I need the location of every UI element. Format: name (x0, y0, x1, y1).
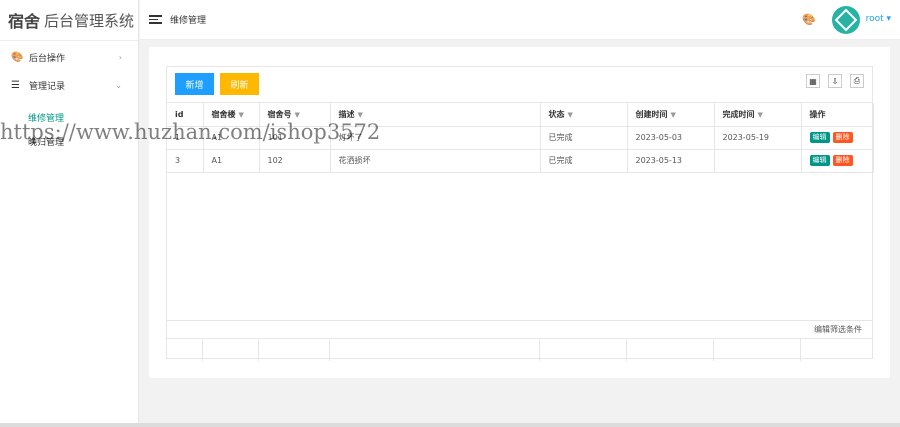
content-card: 新增 刷新 ▦ ⇩ ⎙ id 宿舍楼 ▼ 宿舍号 ▼ 描述 ▼ 状态 ▼ 创建时间 ▼ 完… (149, 47, 890, 378)
cell-desc: 花洒损坏 (330, 149, 541, 173)
palette-icon: 🎨 (11, 51, 24, 63)
col-header-status[interactable]: 状态 ▼ (540, 103, 628, 127)
cell-room: 102 (259, 149, 331, 173)
print-icon[interactable]: ⎙ (850, 74, 864, 88)
logo-part2: 后台管理系统 (44, 11, 135, 30)
table-row[interactable]: 1 A1 101 灯坏了 已完成 2023-05-03 2023-05-19 编… (167, 126, 874, 150)
filter-icon: ▼ (238, 110, 244, 119)
cell-created: 2023-05-13 (627, 149, 715, 173)
data-table-container: 新增 刷新 ▦ ⇩ ⎙ id 宿舍楼 ▼ 宿舍号 ▼ 描述 ▼ 状态 ▼ 创建时间 ▼ 完… (166, 66, 874, 361)
export-icon[interactable]: ⇩ (828, 74, 842, 88)
col-header-created[interactable]: 创建时间 ▼ (627, 103, 715, 127)
cell-id: 1 (167, 126, 204, 150)
menu-toggle-icon[interactable] (149, 13, 162, 26)
filter-icon: ▼ (567, 110, 573, 119)
avatar[interactable] (832, 6, 860, 34)
chevron-down-icon: ⌄ (115, 80, 122, 90)
delete-button[interactable]: 删除 (832, 155, 853, 166)
refresh-button[interactable]: 刷新 (220, 73, 259, 95)
table-row[interactable]: 3 A1 102 花洒损坏 已完成 2023-05-13 编辑 删除 (167, 149, 874, 173)
app-logo: 宿舍 后台管理系统 (0, 0, 138, 40)
table-empty-area (167, 173, 872, 321)
os-taskbar (0, 423, 900, 427)
sidebar-subitem-late-return[interactable]: 晚归管理 (0, 129, 138, 153)
cell-finished (714, 149, 802, 173)
sidebar-item-label: 管理记录 (29, 81, 66, 92)
cell-status: 已完成 (540, 149, 628, 173)
delete-button[interactable]: 删除 (832, 132, 853, 143)
columns-filter-icon[interactable]: ▦ (806, 74, 820, 88)
top-header: 维修管理 🎨 root ▾ (140, 0, 900, 40)
table-toolbar: 新增 刷新 ▦ ⇩ ⎙ (167, 67, 872, 103)
filter-icon: ▼ (294, 110, 300, 119)
edit-button[interactable]: 编辑 (809, 132, 830, 143)
cell-created: 2023-05-03 (627, 126, 715, 150)
table-footer: 编辑筛选条件 (167, 321, 872, 339)
cell-desc: 灯坏了 (330, 126, 541, 150)
edit-button[interactable]: 编辑 (809, 155, 830, 166)
col-header-building[interactable]: 宿舍楼 ▼ (203, 103, 260, 127)
sidebar-item-records[interactable]: ☰ 管理记录 ⌄ (0, 71, 138, 99)
filter-icon: ▼ (757, 110, 763, 119)
col-header-finished[interactable]: 完成时间 ▼ (714, 103, 802, 127)
cell-actions: 编辑 删除 (801, 126, 874, 150)
table-header-row: id 宿舍楼 ▼ 宿舍号 ▼ 描述 ▼ 状态 ▼ 创建时间 ▼ 完成时间 ▼ 操作 (167, 103, 874, 127)
chevron-right-icon: › (118, 52, 122, 62)
theme-palette-icon[interactable]: 🎨 (802, 13, 816, 26)
col-header-id[interactable]: id (167, 103, 204, 127)
cell-actions: 编辑 删除 (801, 149, 874, 173)
cell-building: A1 (203, 149, 260, 173)
divider (0, 40, 138, 41)
cell-id: 3 (167, 149, 204, 173)
edit-filter-link[interactable]: 编辑筛选条件 (814, 324, 862, 335)
sidebar-item-backend[interactable]: 🎨 后台操作 › (0, 43, 138, 71)
filter-icon: ▼ (670, 110, 676, 119)
cell-building: A1 (203, 126, 260, 150)
repair-table: id 宿舍楼 ▼ 宿舍号 ▼ 描述 ▼ 状态 ▼ 创建时间 ▼ 完成时间 ▼ 操作 1 A1… (167, 103, 874, 173)
sidebar-subitem-repair[interactable]: 维修管理 (0, 105, 138, 129)
table-footer-cells (167, 338, 872, 361)
logo-part1: 宿舍 (8, 12, 41, 31)
user-menu[interactable]: root ▾ (866, 14, 891, 24)
add-button[interactable]: 新增 (175, 73, 214, 95)
filter-icon: ▼ (357, 110, 363, 119)
col-header-room[interactable]: 宿舍号 ▼ (259, 103, 331, 127)
cell-status: 已完成 (540, 126, 628, 150)
col-header-desc[interactable]: 描述 ▼ (330, 103, 541, 127)
list-icon: ☰ (11, 79, 20, 91)
sidebar-item-label: 后台操作 (29, 53, 66, 64)
sidebar: 宿舍 后台管理系统 🎨 后台操作 › ☰ 管理记录 ⌄ 维修管理 晚归管理 (0, 0, 139, 427)
cell-room: 101 (259, 126, 331, 150)
breadcrumb: 维修管理 (170, 16, 207, 26)
cell-finished: 2023-05-19 (714, 126, 802, 150)
col-header-actions: 操作 (801, 103, 874, 127)
